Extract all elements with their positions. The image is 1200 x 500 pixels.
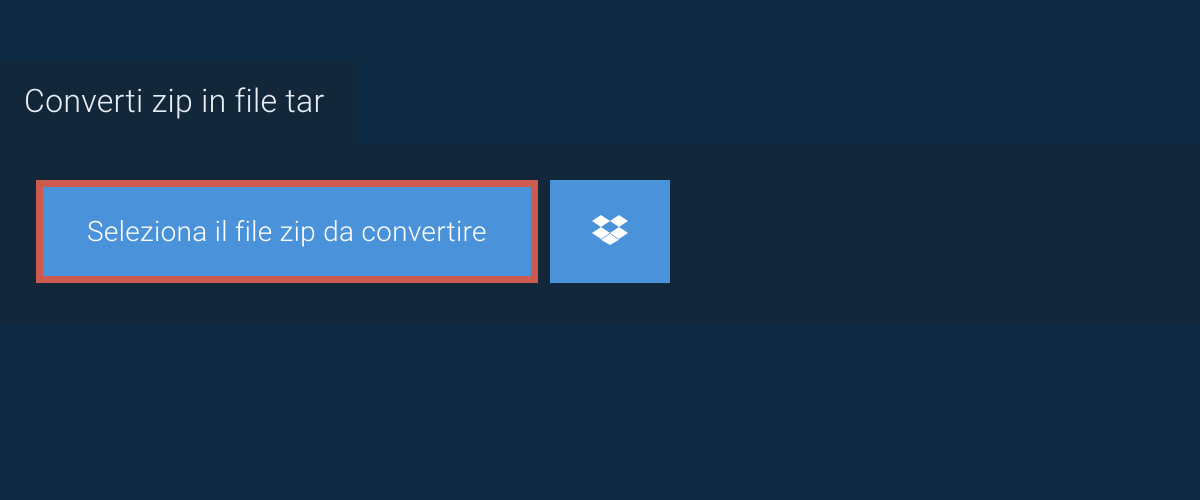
dropbox-button[interactable] <box>550 180 670 283</box>
dropbox-icon <box>592 212 628 252</box>
button-row: Seleziona il file zip da convertire <box>36 180 1164 283</box>
select-file-button[interactable]: Seleziona il file zip da convertire <box>36 180 538 283</box>
converter-panel: Seleziona il file zip da convertire <box>0 144 1200 323</box>
tab-convert-zip-tar[interactable]: Converti zip in file tar <box>0 62 355 144</box>
select-file-label: Seleziona il file zip da convertire <box>87 215 487 248</box>
tab-bar: Converti zip in file tar <box>0 0 1200 144</box>
tab-title: Converti zip in file tar <box>24 82 325 120</box>
